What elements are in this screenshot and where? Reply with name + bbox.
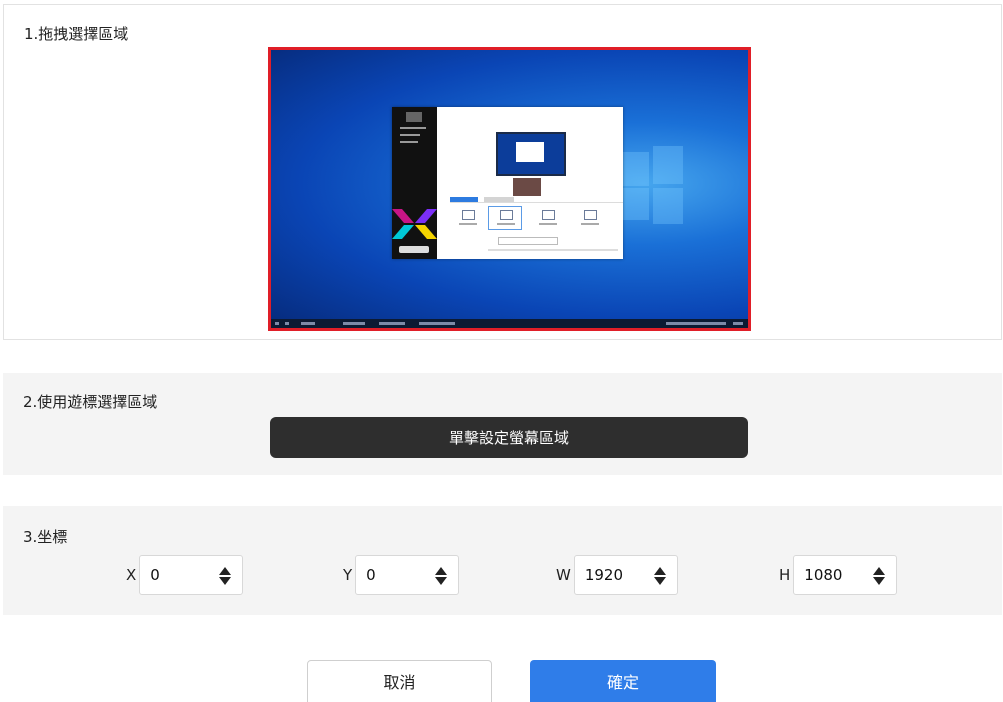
h-input[interactable]: 1080 [793,555,898,595]
x-input[interactable]: 0 [139,555,244,595]
brand-x-icon [392,209,437,239]
coord-h-label: H [779,566,791,584]
coord-x: X 0 [126,554,244,596]
y-input[interactable]: 0 [355,555,460,595]
thumbnail-tabs [450,197,623,203]
h-spinner-arrows-icon[interactable] [873,566,886,586]
thumbnail-sidebar [392,107,437,259]
thumbnail-footer [488,249,618,251]
coord-y-label: Y [343,566,353,584]
thumbnail-tablet [513,178,541,196]
drag-select-title: 1.拖拽選擇區域 [24,25,129,43]
coord-y: Y 0 [343,554,460,596]
screen-area-dialog: 1.拖拽選擇區域 2.使用遊標選擇區域 單擊設定螢幕區域 3.坐標 X 0 Y … [0,0,1003,702]
drag-select-section: 1.拖拽選擇區域 [3,4,1002,340]
screen-preview-selection[interactable] [268,47,751,331]
confirm-button[interactable]: 確定 [530,660,716,702]
coord-w: W 1920 [556,554,678,596]
x-value: 0 [150,566,160,584]
coord-w-label: W [556,566,571,584]
cursor-select-section: 2.使用遊標選擇區域 單擊設定螢幕區域 [3,373,1002,475]
thumbnail-monitor [496,132,566,176]
thumbnail-mode-icons [448,206,618,232]
h-value: 1080 [804,566,843,584]
w-value: 1920 [584,566,624,584]
w-input[interactable]: 1920 [573,555,678,595]
x-spinner-arrows-icon[interactable] [219,566,232,586]
preview-taskbar [271,319,748,328]
coordinates-section: 3.坐標 X 0 Y 0 W 1920 H 1080 [3,506,1002,615]
coord-x-label: X [126,566,137,584]
windows-logo-wallpaper [621,146,683,224]
thumbnail-dropdown [498,237,558,245]
w-spinner-arrows-icon[interactable] [653,566,666,586]
app-window-thumbnail [392,107,623,259]
coordinates-title: 3.坐標 [23,528,68,546]
y-spinner-arrows-icon[interactable] [435,566,448,586]
cancel-button[interactable]: 取消 [307,660,492,702]
cursor-select-title: 2.使用遊標選擇區域 [23,393,158,411]
y-value: 0 [366,566,376,584]
set-screen-area-button[interactable]: 單擊設定螢幕區域 [270,417,748,458]
coord-h: H 1080 [779,554,898,596]
